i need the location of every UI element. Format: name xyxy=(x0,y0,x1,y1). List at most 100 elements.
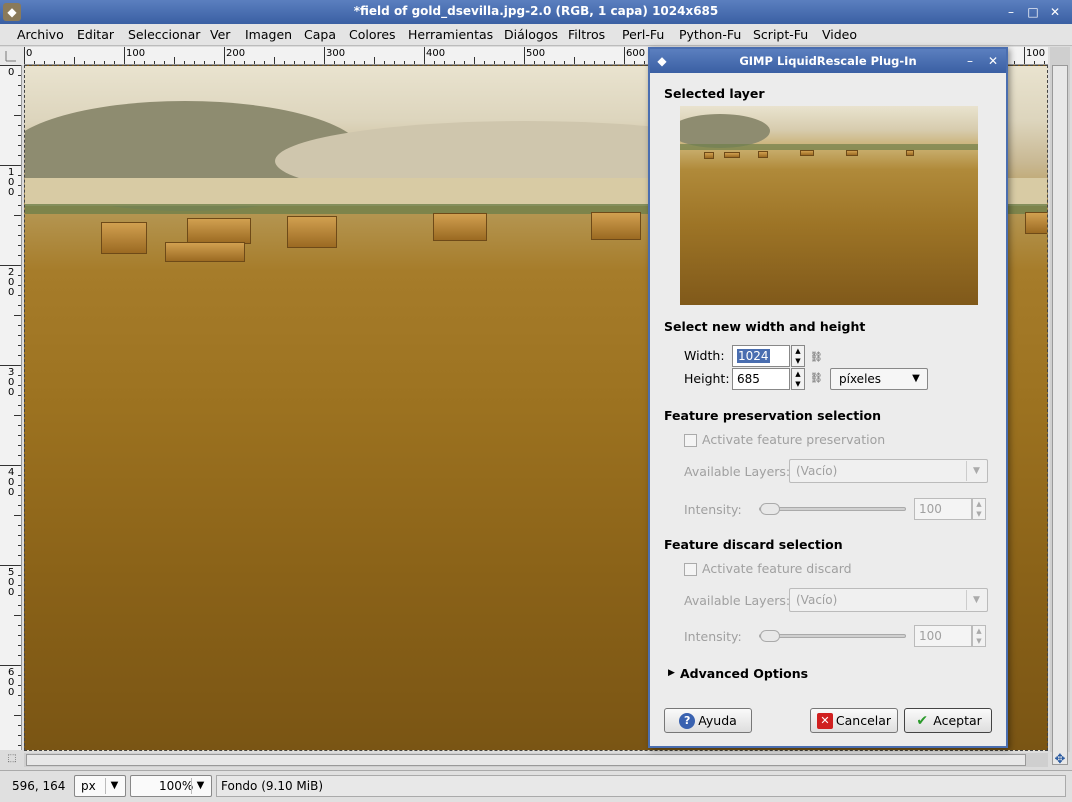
vertical-ruler[interactable]: 0 100 200 300 400 500 600 xyxy=(0,65,22,750)
hruler-label: 100 xyxy=(1026,48,1046,59)
menu-dialogos[interactable]: Diálogos xyxy=(504,27,558,42)
accept-button[interactable]: ✔ Aceptar xyxy=(904,708,992,733)
hay-bale xyxy=(287,216,337,248)
status-message-text: Fondo (9.10 MiB) xyxy=(221,779,324,793)
hruler-label: 100 xyxy=(126,48,146,59)
height-stepper[interactable]: ▲ ▼ xyxy=(791,368,805,390)
window-title: *field of gold_dsevilla.jpg-2.0 (RGB, 1 … xyxy=(353,4,719,18)
menu-python-fu[interactable]: Python-Fu xyxy=(679,27,741,42)
hay-bale xyxy=(704,152,714,159)
pointer-coords: 596, 164 xyxy=(12,779,66,793)
new-size-heading: Select new width and height xyxy=(664,319,866,334)
vruler-label: 0 xyxy=(8,67,15,78)
close-button[interactable]: ✕ xyxy=(1046,3,1064,21)
discard-intensity-knob[interactable] xyxy=(760,630,780,642)
preservation-intensity-knob[interactable] xyxy=(760,503,780,515)
cancel-icon: ✕ xyxy=(816,712,833,729)
title-bar: ◆ *field of gold_dsevilla.jpg-2.0 (RGB, … xyxy=(0,0,1072,24)
menu-script-fu[interactable]: Script-Fu xyxy=(753,27,808,42)
height-input[interactable]: 685 xyxy=(732,368,790,390)
hruler-label: 200 xyxy=(226,48,246,59)
dialog-title-bar: ◆ GIMP LiquidRescale Plug-In – ✕ xyxy=(650,49,1006,73)
hruler-label: 500 xyxy=(526,48,546,59)
preservation-intensity-input[interactable]: 100 xyxy=(914,498,972,520)
preservation-layers-label: Available Layers: xyxy=(684,464,791,479)
width-input[interactable]: 1024 xyxy=(732,345,790,367)
help-button[interactable]: ? Ayuda xyxy=(664,708,752,733)
hruler-label: 600 xyxy=(626,48,646,59)
expander-arrow-icon[interactable]: ▶ xyxy=(668,668,675,678)
hay-bale xyxy=(1025,212,1047,234)
height-value: 685 xyxy=(737,372,760,386)
width-value: 1024 xyxy=(737,349,770,363)
menu-editar[interactable]: Editar xyxy=(77,27,114,42)
selected-layer-heading: Selected layer xyxy=(664,86,765,101)
menu-colores[interactable]: Colores xyxy=(349,27,396,42)
menu-capa[interactable]: Capa xyxy=(304,27,336,42)
chevron-down-icon: ▼ xyxy=(966,590,986,610)
horizontal-scroll-thumb[interactable] xyxy=(26,754,1026,766)
preservation-checkbox[interactable] xyxy=(684,434,697,447)
help-button-label: Ayuda xyxy=(698,713,737,728)
advanced-options-expander[interactable]: Advanced Options xyxy=(680,666,808,681)
help-icon: ? xyxy=(679,712,696,729)
hay-bale xyxy=(846,150,858,156)
quick-mask-icon[interactable]: ⬚ xyxy=(4,753,20,767)
preservation-heading: Feature preservation selection xyxy=(664,408,882,423)
hay-bale xyxy=(906,150,914,156)
horizontal-scrollbar[interactable] xyxy=(24,753,1048,767)
discard-checkbox-label: Activate feature discard xyxy=(702,561,852,576)
discard-layers-select[interactable]: (Vacío) ▼ xyxy=(789,588,988,612)
vruler-label: 600 xyxy=(8,667,15,698)
hay-bale xyxy=(800,150,814,156)
height-label: Height: xyxy=(684,371,730,386)
accept-button-label: Aceptar xyxy=(933,713,982,728)
menu-seleccionar[interactable]: Seleccionar xyxy=(128,27,200,42)
vertical-scroll-thumb[interactable] xyxy=(1052,65,1068,765)
minimize-button[interactable]: – xyxy=(1002,3,1020,21)
chevron-down-icon: ▼ xyxy=(191,778,209,794)
discard-intensity-input[interactable]: 100 xyxy=(914,625,972,647)
vruler-label: 500 xyxy=(8,567,15,598)
menu-video[interactable]: Video xyxy=(822,27,857,42)
tree-line xyxy=(680,144,978,150)
unit-dropdown-value: píxeles xyxy=(839,372,882,386)
maximize-button[interactable]: □ xyxy=(1024,3,1042,21)
menu-archivo[interactable]: Archivo xyxy=(17,27,64,42)
vruler-label: 200 xyxy=(8,267,15,298)
menu-filtros[interactable]: Filtros xyxy=(568,27,605,42)
preservation-layers-select[interactable]: (Vacío) ▼ xyxy=(789,459,988,483)
menu-perl-fu[interactable]: Perl-Fu xyxy=(622,27,664,42)
chain-link-icon[interactable]: ⛓ ⛓ xyxy=(810,347,823,389)
preservation-intensity-slider[interactable] xyxy=(759,507,906,511)
discard-intensity-slider[interactable] xyxy=(759,634,906,638)
layer-preview xyxy=(680,106,978,305)
hay-bale xyxy=(433,213,487,241)
unit-value: px xyxy=(81,779,96,793)
menu-herramientas[interactable]: Herramientas xyxy=(408,27,493,42)
navigate-icon[interactable]: ✥ xyxy=(1052,752,1068,768)
hay-bale xyxy=(758,151,768,158)
preservation-intensity-value: 100 xyxy=(919,502,942,516)
discard-checkbox[interactable] xyxy=(684,563,697,576)
cancel-button-label: Cancelar xyxy=(835,713,892,728)
menu-ver[interactable]: Ver xyxy=(210,27,230,42)
dialog-minimize-button[interactable]: – xyxy=(962,52,978,70)
menu-imagen[interactable]: Imagen xyxy=(245,27,292,42)
zoom-select[interactable]: 100% ▼ xyxy=(130,775,212,797)
chevron-down-icon: ▼ xyxy=(105,778,123,794)
zoom-value: 100% xyxy=(159,779,194,793)
ruler-corner[interactable] xyxy=(0,47,24,65)
preservation-intensity-stepper[interactable]: ▲ ▼ xyxy=(972,498,986,520)
cancel-button[interactable]: ✕ Cancelar xyxy=(810,708,898,733)
unit-select[interactable]: px ▼ xyxy=(74,775,126,797)
discard-intensity-stepper[interactable]: ▲ ▼ xyxy=(972,625,986,647)
unit-dropdown[interactable]: píxeles ▼ xyxy=(830,368,928,390)
status-message: Fondo (9.10 MiB) xyxy=(216,775,1066,797)
vruler-label: 100 xyxy=(8,167,15,198)
gimp-image-window: ◆ *field of gold_dsevilla.jpg-2.0 (RGB, … xyxy=(0,0,1072,802)
width-stepper[interactable]: ▲ ▼ xyxy=(791,345,805,367)
vertical-scrollbar[interactable] xyxy=(1050,47,1070,765)
discard-intensity-value: 100 xyxy=(919,629,942,643)
dialog-close-button[interactable]: ✕ xyxy=(985,52,1001,70)
